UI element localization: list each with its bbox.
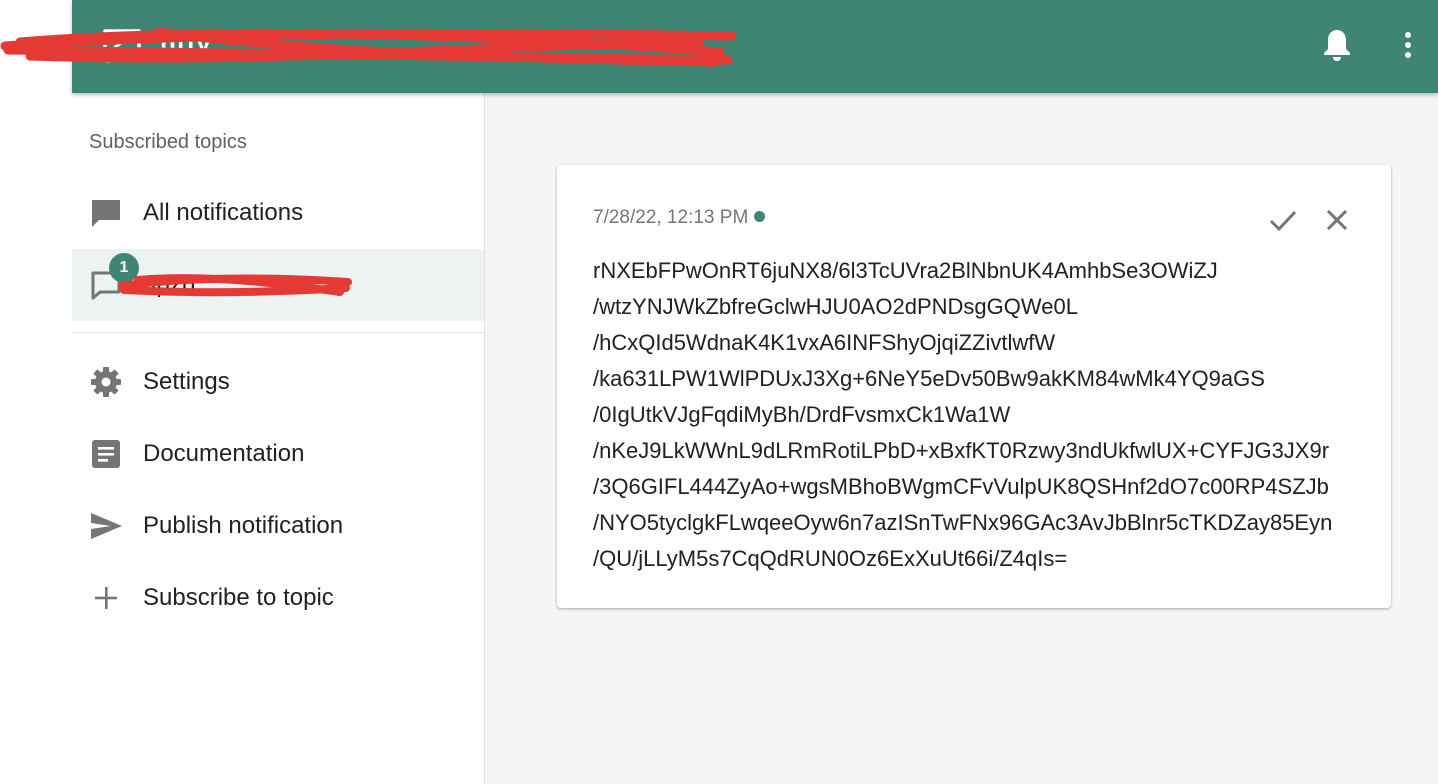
document-icon: [92, 440, 120, 468]
sidebar-item-label: Publish notification: [143, 512, 344, 539]
unread-badge: 1: [109, 253, 139, 283]
sidebar: Subscribed topics All notifications upzb…: [72, 93, 485, 784]
gear-icon: [91, 367, 121, 397]
message-line: /3Q6GIFL444ZyAo+wgsMBhoBWgmCFvVulpUK8QSH…: [593, 474, 1329, 499]
sidebar-item-label: Settings: [143, 368, 230, 395]
bell-icon[interactable]: [1322, 28, 1352, 62]
sidebar-item-topic[interactable]: upzb 1: [72, 249, 484, 321]
message-line: /ka631LPW1WlPDUxJ3Xg+6NeY5eDv50Bw9akKM84…: [593, 366, 1265, 391]
sidebar-item-label: Subscribe to topic: [143, 584, 334, 611]
message-line: /wtzYNJWkZbfreGclwHJU0AO2dPNDsgGQWe0L: [593, 294, 1078, 319]
app-title: ntfy: [160, 28, 212, 58]
divider: [72, 332, 484, 333]
sidebar-heading: Subscribed topics: [89, 131, 247, 153]
message-line: /nKeJ9LkWWnL9dLRmRotiLPbD+xBxfKT0Rzwy3nd…: [593, 438, 1330, 463]
message-line: /hCxQId5WdnaK4K1vxA6INFShyOjqiZZivtlwfW: [593, 330, 1056, 355]
sidebar-item-label: All notifications: [143, 199, 304, 226]
plus-icon: [95, 587, 117, 609]
sidebar-item-settings[interactable]: Settings: [72, 346, 484, 418]
message-line: /QU/jLLyM5s7CqQdRUN0Oz6ExXuUt66i/Z4qIs=: [593, 546, 1068, 571]
notification-card: 7/28/22, 12:13 PM rNXEbFPwOnRT6juNX8/6l3…: [557, 165, 1391, 608]
message-line: /0IgUtkVJgFqdiMyBh/DrdFvsmxCk1Wa1W: [593, 402, 1011, 427]
notification-message: rNXEbFPwOnRT6juNX8/6l3TcUVra2BlNbnUK4Amh…: [593, 253, 1391, 577]
sidebar-item-all-notifications[interactable]: All notifications: [72, 177, 484, 249]
send-icon: [91, 513, 122, 539]
notification-timestamp: 7/28/22, 12:13 PM: [593, 207, 766, 229]
message-line: /NYO5tyclgkFLwqeeOyw6n7azISnTwFNx96GAc3A…: [593, 510, 1333, 535]
more-vert-icon[interactable]: [1398, 28, 1418, 62]
app-bar: ntfy: [72, 0, 1438, 93]
sidebar-item-publish-notification[interactable]: Publish notification: [72, 490, 484, 562]
message-line: rNXEbFPwOnRT6juNX8/6l3TcUVra2BlNbnUK4Amh…: [593, 258, 1218, 283]
chat-icon: [92, 200, 120, 227]
check-icon[interactable]: [1266, 203, 1300, 237]
sidebar-item-subscribe-to-topic[interactable]: Subscribe to topic: [72, 562, 484, 634]
sidebar-item-documentation[interactable]: Documentation: [72, 418, 484, 490]
new-indicator-dot: [754, 211, 766, 222]
close-icon[interactable]: [1320, 203, 1354, 237]
sidebar-item-label: upzb: [143, 271, 196, 298]
sidebar-item-label: Documentation: [143, 440, 305, 467]
main-content: 7/28/22, 12:13 PM rNXEbFPwOnRT6juNX8/6l3…: [485, 93, 1438, 784]
app-logo-icon: [103, 29, 141, 63]
